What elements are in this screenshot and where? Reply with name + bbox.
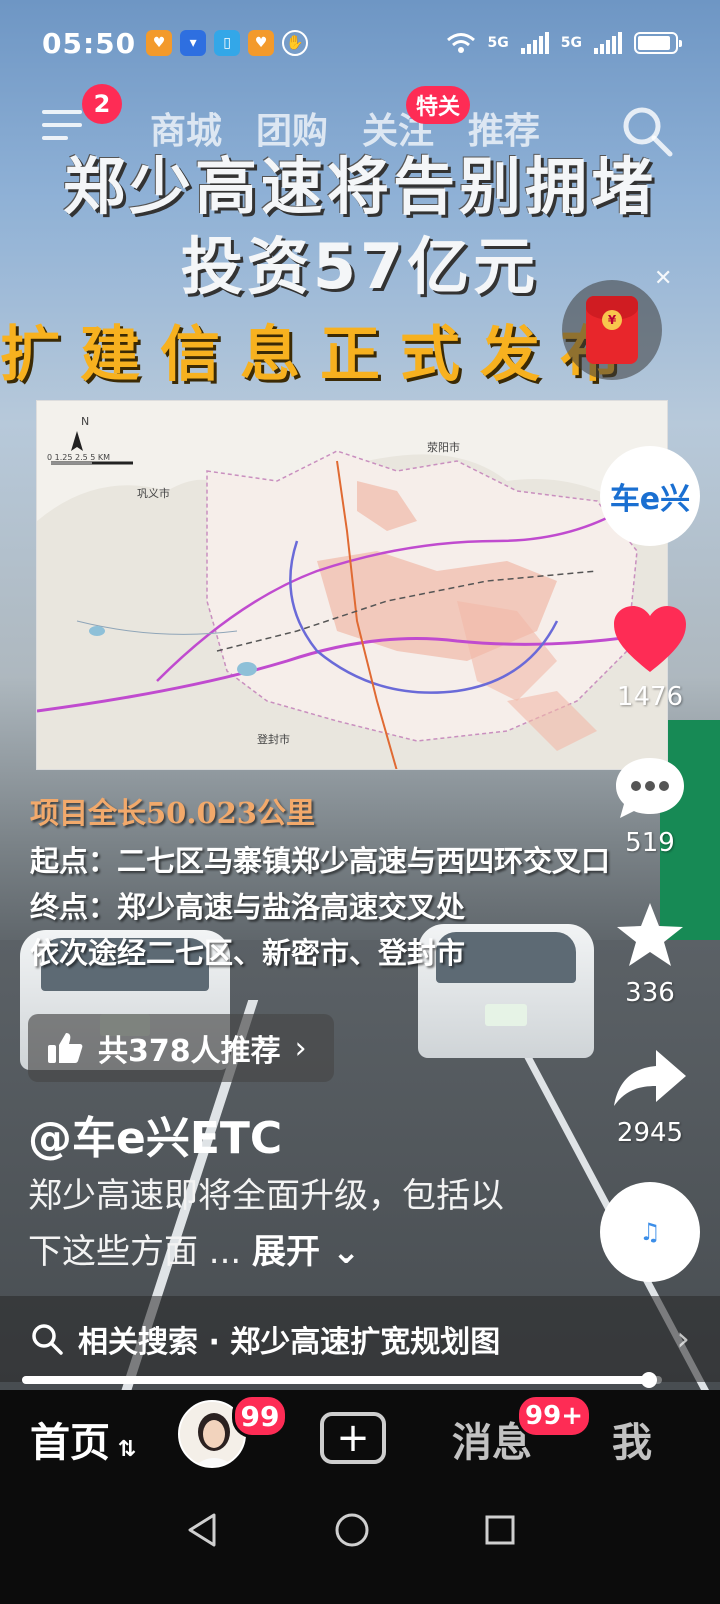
recents-icon[interactable] bbox=[484, 1514, 516, 1546]
plus-icon: + bbox=[336, 1415, 370, 1461]
network-label-1: 5G bbox=[487, 35, 509, 51]
tab-me[interactable]: 我 bbox=[612, 1410, 652, 1468]
search-icon-small bbox=[32, 1324, 63, 1355]
heart-app-icon-2: ♥ bbox=[248, 30, 275, 56]
like-count: 1476 bbox=[616, 682, 684, 712]
author-avatar-button[interactable]: 车e兴 bbox=[600, 446, 700, 546]
status-bar: 05:50 ♥ ▾ ▯ ♥ ✋ 5G 5G bbox=[0, 0, 720, 86]
red-packet-close-icon[interactable]: ✕ bbox=[654, 266, 672, 291]
heart-app-icon: ♥ bbox=[146, 30, 173, 56]
headline-line-1: 郑少高速将告别拥堵 bbox=[62, 150, 657, 223]
info-start-point: 起点：二七区马寨镇郑少高速与西四环交叉口 bbox=[30, 844, 611, 878]
chevron-right-icon: › bbox=[294, 1030, 307, 1066]
create-post-button[interactable]: + bbox=[320, 1412, 386, 1464]
playback-progress-fill bbox=[22, 1376, 650, 1384]
info-end-point: 终点：郑少高速与盐洛高速交叉处 bbox=[30, 890, 466, 924]
info-total-length: 项目全长50.023公里 bbox=[30, 796, 315, 830]
home-circle-icon[interactable] bbox=[334, 1512, 370, 1548]
expand-button[interactable]: 展开 ⌄ bbox=[252, 1232, 360, 1272]
hand-icon: ✋ bbox=[282, 30, 309, 56]
network-label-2: 5G bbox=[560, 35, 582, 51]
tab-home[interactable]: 首页 ⇅ bbox=[30, 1410, 136, 1468]
signal-icon-2 bbox=[594, 32, 622, 54]
comment-count: 519 bbox=[625, 828, 675, 858]
author-name[interactable]: @车e兴ETC bbox=[28, 1102, 282, 1166]
share-icon bbox=[614, 1050, 686, 1106]
red-packet-button[interactable]: ¥ bbox=[562, 280, 662, 380]
related-search-bar[interactable]: 相关搜索 · 郑少高速扩宽规划图 › bbox=[0, 1296, 720, 1382]
related-search-label: 相关搜索 · 郑少高速扩宽规划图 bbox=[78, 1325, 501, 1360]
back-icon[interactable] bbox=[186, 1512, 218, 1548]
thumbs-up-icon bbox=[48, 1033, 83, 1063]
star-icon bbox=[617, 903, 683, 966]
system-nav-bar bbox=[0, 1490, 720, 1604]
red-envelope-icon: ¥ bbox=[586, 296, 638, 364]
blue-app-icon: ▾ bbox=[180, 30, 207, 56]
video-description: 郑少高速即将全面升级，包括以下这些方面 ... 展开 ⌄ bbox=[28, 1168, 508, 1280]
expressway-map: N 0 1.25 2.5 5 KM 巩义市 荥阳市 登封市 bbox=[36, 400, 668, 770]
share-button[interactable]: 2945 bbox=[600, 1046, 700, 1148]
status-time: 05:50 bbox=[42, 26, 137, 60]
chevron-right-icon: › bbox=[676, 1319, 690, 1359]
map-label-gongyi: 巩义市 bbox=[137, 487, 170, 500]
playback-progress-bar[interactable] bbox=[22, 1372, 662, 1388]
heart-icon bbox=[614, 606, 686, 672]
status-app-icons: ♥ ▾ ▯ ♥ ✋ bbox=[146, 30, 309, 56]
favorite-count: 336 bbox=[625, 978, 675, 1008]
recommend-label: 共378人推荐 bbox=[98, 1034, 281, 1069]
expand-label: 展开 bbox=[252, 1232, 321, 1272]
author-avatar: 车e兴 bbox=[600, 446, 700, 546]
messages-badge: 99+ bbox=[516, 1394, 592, 1438]
red-packet-coin: ¥ bbox=[602, 310, 622, 330]
map-label-dengfeng: 登封市 bbox=[257, 733, 290, 746]
recommend-pill[interactable]: 共378人推荐 › bbox=[28, 1014, 334, 1082]
menu-badge: 2 bbox=[82, 84, 122, 124]
map-north-label: N bbox=[81, 415, 90, 428]
following-badge: 特关 bbox=[406, 86, 471, 124]
favorite-button[interactable]: 336 bbox=[600, 900, 700, 1008]
map-drawing bbox=[37, 431, 667, 769]
book-app-icon: ▯ bbox=[214, 30, 241, 56]
wifi-icon bbox=[446, 33, 475, 53]
chevron-down-icon: ⌄ bbox=[320, 1232, 361, 1272]
map-scale-label: 0 1.25 2.5 5 KM bbox=[47, 453, 111, 462]
swap-icon: ⇅ bbox=[110, 1437, 137, 1462]
music-disc-icon: ♫ bbox=[600, 1182, 700, 1282]
info-route: 依次途经二七区、新密市、登封市 bbox=[30, 936, 466, 970]
friends-badge: 99 bbox=[232, 1394, 288, 1438]
battery-icon bbox=[634, 32, 682, 54]
map-label-xingyang: 荥阳市 bbox=[427, 441, 460, 454]
comment-icon bbox=[616, 758, 684, 818]
like-button[interactable]: 1476 bbox=[600, 604, 700, 712]
signal-icon-1 bbox=[520, 32, 549, 54]
comment-button[interactable]: 519 bbox=[600, 754, 700, 858]
music-disc-button[interactable]: ♫ bbox=[600, 1182, 700, 1282]
bottom-tab-bar: 首页 ⇅ 99 + 消息 99+ 我 bbox=[0, 1390, 720, 1490]
share-count: 2945 bbox=[616, 1118, 684, 1148]
tab-home-label: 首页 bbox=[30, 1420, 110, 1466]
